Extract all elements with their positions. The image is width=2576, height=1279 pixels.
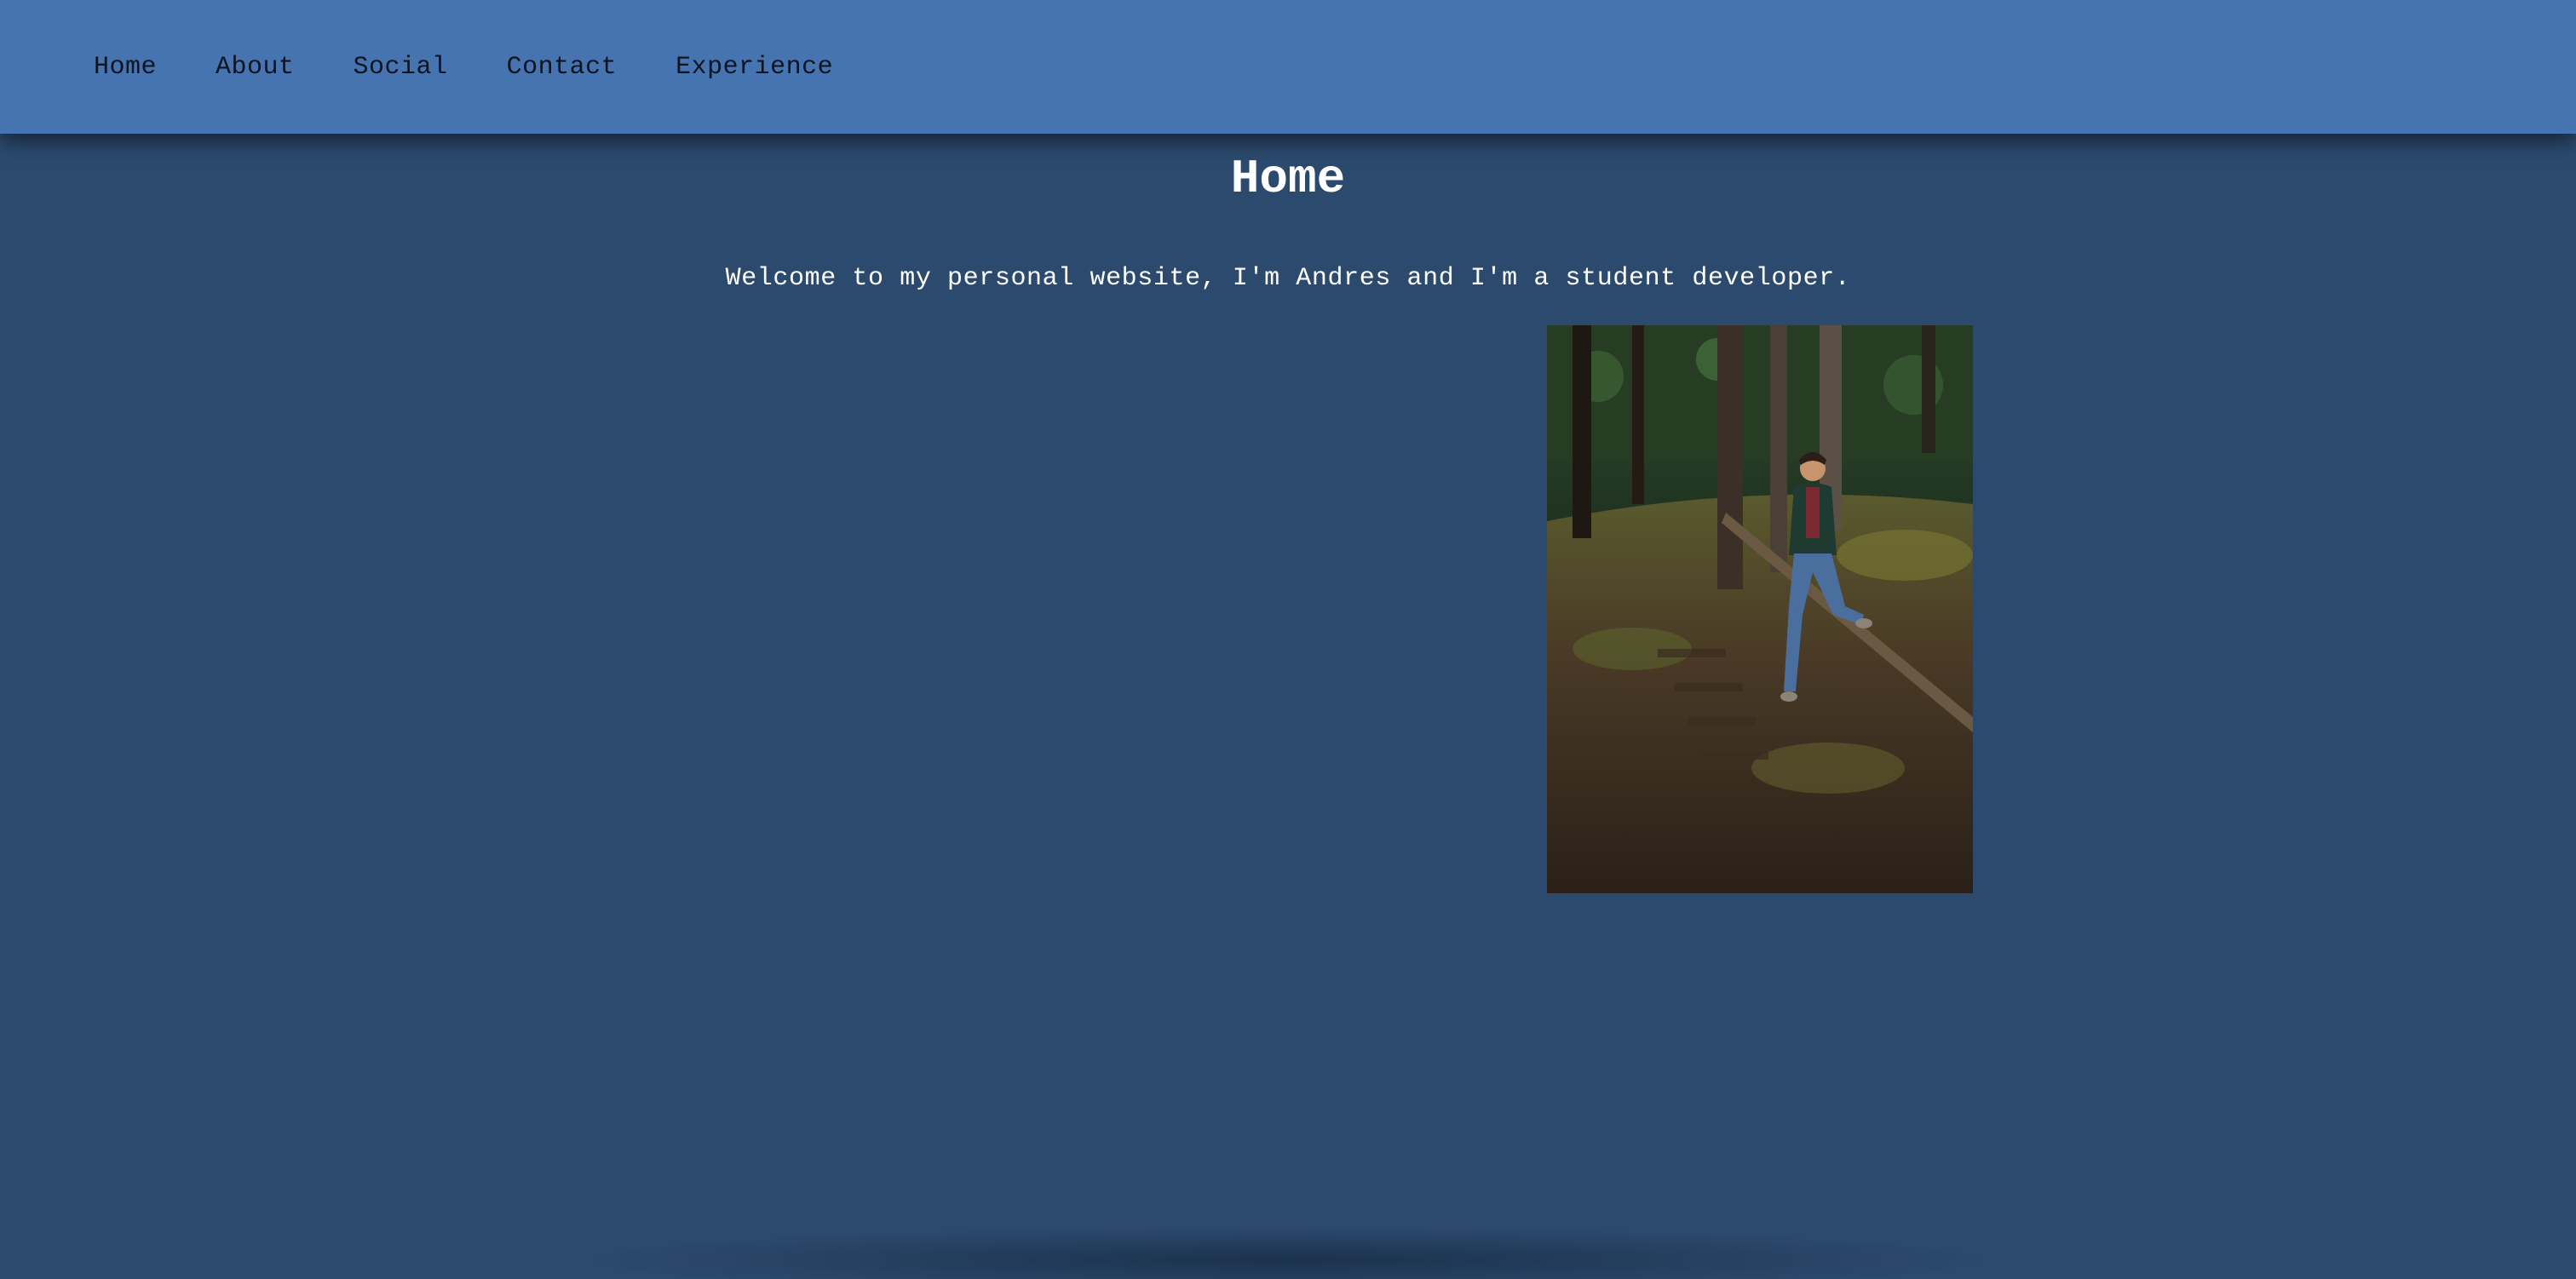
page-title: Home bbox=[1230, 152, 1346, 206]
nav-link-home[interactable]: Home bbox=[94, 53, 157, 82]
navbar: Home About Social Contact Experience bbox=[0, 0, 2576, 134]
nav-menu: Home About Social Contact Experience bbox=[94, 0, 833, 134]
nav-link-experience[interactable]: Experience bbox=[676, 53, 833, 82]
bottom-shadow bbox=[562, 1226, 2010, 1279]
nav-link-social[interactable]: Social bbox=[354, 53, 448, 82]
profile-photo-image bbox=[1547, 325, 1973, 893]
nav-link-contact[interactable]: Contact bbox=[507, 53, 618, 82]
profile-photo bbox=[1547, 325, 1973, 893]
nav-link-about[interactable]: About bbox=[216, 53, 295, 82]
welcome-text: Welcome to my personal website, I'm Andr… bbox=[725, 264, 1851, 293]
